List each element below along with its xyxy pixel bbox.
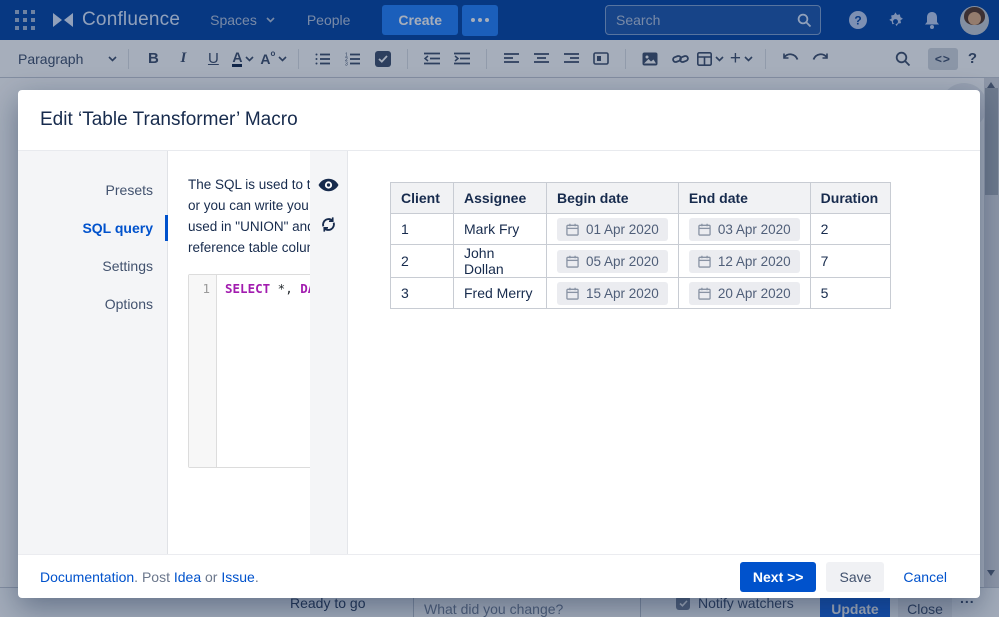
column-header: Begin date (546, 182, 679, 214)
panel-toolbar (310, 151, 348, 554)
macro-preview: Client Assignee Begin date End date Duration… (348, 151, 980, 554)
description-line: used in "UNION" and (188, 219, 310, 234)
sql-description: The SQL is used to tr or you can write yo… (188, 174, 310, 258)
dialog-title: Edit ‘Table Transformer’ Macro (40, 109, 298, 130)
line-number-gutter: 1 (189, 275, 217, 467)
documentation-link[interactable]: Documentation (40, 569, 134, 585)
save-button[interactable]: Save (826, 561, 885, 592)
table-cell: 01 Apr 2020 (546, 213, 679, 245)
date-pill: 12 Apr 2020 (688, 249, 800, 273)
description-line: The SQL is used to tr (188, 177, 310, 192)
column-header: Assignee (453, 182, 547, 214)
eye-icon (318, 178, 339, 192)
table-cell: John Dollan (453, 244, 547, 278)
column-header: Duration (809, 182, 891, 214)
sql-code-line: SELECT *, DA (217, 275, 310, 467)
code-token: *, (270, 281, 301, 296)
dialog-header: Edit ‘Table Transformer’ Macro (18, 90, 980, 151)
table-header-row: Client Assignee Begin date End date Duration (390, 182, 891, 214)
table-cell: 3 (390, 277, 454, 309)
sidebar-item-presets[interactable]: Presets (18, 171, 167, 209)
footer-links: Documentation. Post Idea or Issue. (40, 569, 259, 585)
table-cell: 03 Apr 2020 (677, 213, 811, 245)
date-pill: 15 Apr 2020 (557, 281, 668, 305)
column-header: End date (677, 182, 811, 214)
table-cell: 20 Apr 2020 (677, 277, 811, 309)
dialog-footer: Documentation. Post Idea or Issue. Next … (18, 554, 980, 598)
table-row: 1 Mark Fry 01 Apr 2020 03 Apr 2020 2 (390, 213, 891, 245)
calendar-icon (698, 255, 711, 268)
date-pill: 01 Apr 2020 (557, 217, 668, 241)
footer-text: or (201, 568, 222, 585)
calendar-icon (566, 287, 579, 300)
calendar-icon (698, 287, 711, 300)
table-cell: 12 Apr 2020 (677, 244, 811, 278)
table-cell: Fred Merry (453, 277, 547, 309)
table-cell: 2 (809, 213, 891, 245)
table-cell: 15 Apr 2020 (546, 277, 679, 309)
table-cell: 1 (390, 213, 454, 245)
code-token: SELECT (225, 281, 271, 296)
sql-panel: The SQL is used to tr or you can write yo… (168, 151, 310, 554)
code-token: DA (300, 281, 310, 296)
refresh-button[interactable] (317, 212, 341, 236)
dialog-body: Presets SQL query Settings Options The SQL … (18, 151, 980, 554)
table-cell: 7 (809, 244, 891, 278)
macro-edit-dialog: Edit ‘Table Transformer’ Macro Presets SQ… (18, 90, 980, 598)
description-line: or you can write you (188, 198, 309, 213)
date-pill: 03 Apr 2020 (688, 217, 800, 241)
footer-text: . (254, 568, 259, 585)
footer-text: . Post (134, 568, 174, 585)
date-pill: 05 Apr 2020 (557, 249, 668, 273)
table-row: 3 Fred Merry 15 Apr 2020 20 Apr 2020 5 (390, 277, 891, 309)
calendar-icon (698, 223, 711, 236)
next-button[interactable]: Next >> (739, 561, 817, 592)
table-row: 2 John Dollan 05 Apr 2020 12 Apr 2020 7 (390, 244, 891, 278)
dialog-sidebar: Presets SQL query Settings Options (18, 151, 168, 554)
cancel-button[interactable]: Cancel (890, 562, 960, 592)
table-cell: 2 (390, 244, 454, 278)
sidebar-item-options[interactable]: Options (18, 285, 167, 323)
preview-button[interactable] (317, 173, 341, 197)
preview-table: Client Assignee Begin date End date Duration… (390, 182, 891, 309)
line-number: 1 (202, 281, 210, 296)
idea-link[interactable]: Idea (174, 569, 201, 585)
table-cell: 05 Apr 2020 (546, 244, 679, 278)
sidebar-item-settings[interactable]: Settings (18, 247, 167, 285)
sql-code-editor[interactable]: 1 SELECT *, DA (188, 274, 310, 468)
description-line: reference table colum (188, 240, 310, 255)
calendar-icon (566, 223, 579, 236)
column-header: Client (390, 182, 454, 214)
sidebar-item-sql-query[interactable]: SQL query (18, 209, 168, 247)
date-pill: 20 Apr 2020 (688, 281, 800, 305)
table-cell: 5 (809, 277, 891, 309)
issue-link[interactable]: Issue (221, 569, 254, 585)
table-cell: Mark Fry (453, 213, 547, 245)
calendar-icon (566, 255, 579, 268)
refresh-icon (322, 216, 335, 232)
